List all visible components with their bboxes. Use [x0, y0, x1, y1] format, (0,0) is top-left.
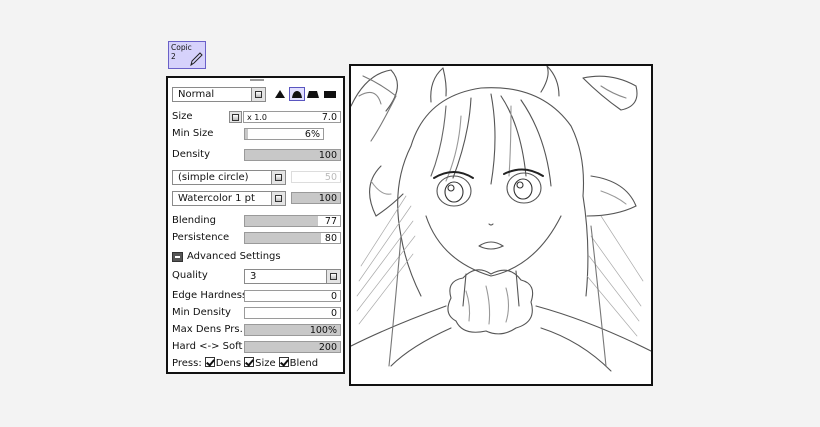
shape-medium-icon	[292, 91, 302, 98]
press-row: Press: Dens Size Blend	[172, 356, 340, 371]
shape-flat-icon	[324, 91, 336, 98]
texture-strength-slider: 50	[291, 171, 341, 183]
persistence-label: Persistence	[172, 232, 230, 243]
size-multiplier-button[interactable]	[229, 111, 242, 123]
hard-soft-slider[interactable]: 200	[244, 341, 341, 353]
quality-row: Quality 3	[172, 269, 341, 284]
max-dens-prs-label: Max Dens Prs.	[172, 324, 243, 335]
paper-strength-slider[interactable]: 100	[291, 192, 341, 204]
density-slider[interactable]: 100	[244, 149, 341, 161]
chevron-down-icon[interactable]	[271, 192, 285, 205]
max-dens-prs-slider[interactable]: 100%	[244, 324, 341, 336]
blending-row: Blending 77	[172, 214, 341, 229]
shape-soft-icon	[307, 91, 319, 98]
press-dens-checkbox[interactable]	[204, 357, 215, 367]
sketch-illustration	[351, 66, 651, 372]
edge-hardness-label: Edge Hardness	[172, 290, 248, 301]
blending-slider[interactable]: 77	[244, 215, 341, 227]
shape-hard-button[interactable]	[272, 87, 288, 101]
hard-soft-label: Hard <-> Soft	[172, 341, 243, 352]
press-dens-label: Dens	[215, 358, 242, 369]
quality-label: Quality	[172, 270, 208, 281]
blend-mode-select[interactable]: Normal	[172, 87, 266, 102]
chevron-down-icon[interactable]	[326, 270, 340, 283]
shape-soft-button[interactable]	[305, 87, 321, 101]
shape-medium-button[interactable]	[289, 87, 305, 101]
paper-texture-select[interactable]: Watercolor 1 pt	[172, 191, 286, 206]
paper-row: Watercolor 1 pt 100	[172, 191, 341, 206]
edge-hardness-row: Edge Hardness 0	[172, 289, 341, 304]
chevron-down-icon[interactable]	[251, 88, 265, 101]
advanced-settings-label: Advanced Settings	[187, 251, 281, 262]
persistence-row: Persistence 80	[172, 231, 341, 246]
chevron-down-icon[interactable]	[271, 171, 285, 184]
panel-grip[interactable]	[250, 79, 264, 81]
advanced-settings-row[interactable]: Advanced Settings	[172, 250, 340, 265]
pen-icon	[190, 52, 203, 67]
edge-hardness-slider[interactable]: 0	[244, 290, 341, 302]
density-row: Density 100	[172, 148, 341, 163]
persistence-slider[interactable]: 80	[244, 232, 341, 244]
size-label: Size	[172, 111, 193, 122]
min-size-slider[interactable]: 6%	[244, 128, 324, 140]
min-density-row: Min Density 0	[172, 306, 341, 321]
shape-hard-icon	[275, 90, 285, 98]
max-dens-prs-row: Max Dens Prs. 100%	[172, 323, 341, 338]
min-density-label: Min Density	[172, 307, 231, 318]
min-size-row: Min Size 6%	[172, 127, 340, 142]
size-slider[interactable]: x 1.0 7.0	[243, 111, 341, 123]
press-size-label: Size	[255, 358, 276, 369]
collapse-icon[interactable]	[172, 252, 183, 262]
hard-soft-row: Hard <-> Soft 200	[172, 340, 341, 355]
texture-select[interactable]: (simple circle)	[172, 170, 286, 185]
tool-copic-tile[interactable]: Copic 2	[168, 41, 206, 69]
min-density-slider[interactable]: 0	[244, 307, 341, 319]
drawing-canvas[interactable]	[349, 64, 653, 386]
brush-settings-panel: Normal Size x 1.0 7.0 Min Size 6% Densit…	[166, 76, 345, 374]
density-label: Density	[172, 149, 211, 160]
blend-mode-row: Normal	[172, 87, 340, 102]
press-blend-checkbox[interactable]	[278, 357, 289, 367]
size-row: Size x 1.0 7.0	[172, 110, 341, 125]
min-size-label: Min Size	[172, 128, 214, 139]
press-label: Press:	[172, 358, 202, 369]
blending-label: Blending	[172, 215, 216, 226]
press-size-checkbox[interactable]	[244, 357, 255, 367]
texture-row: (simple circle) 50	[172, 170, 341, 185]
press-blend-label: Blend	[289, 358, 319, 369]
quality-select[interactable]: 3	[244, 269, 341, 284]
shape-flat-button[interactable]	[322, 87, 338, 101]
